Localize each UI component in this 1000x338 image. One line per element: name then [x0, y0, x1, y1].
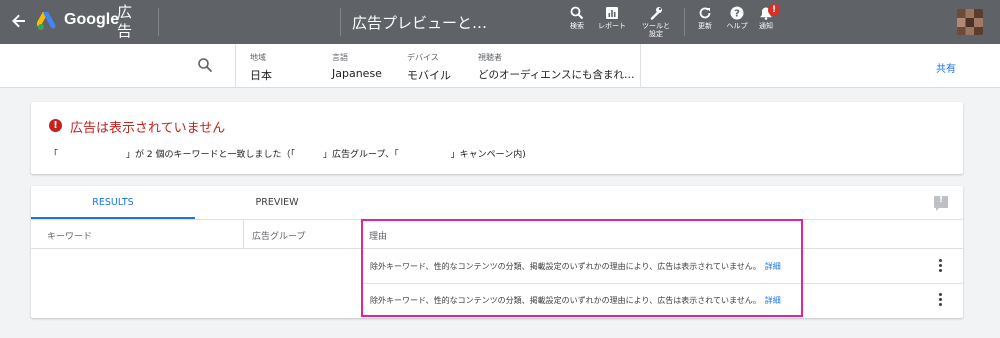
highlight-box — [361, 219, 803, 317]
topbar-divider — [340, 8, 341, 36]
reports-icon — [606, 7, 618, 19]
notification-badge: ! — [768, 4, 780, 16]
audience-filter[interactable]: 視聴者 どのオーディエンスにも含まれ… — [478, 52, 635, 82]
ad-status-card: ! 広告は表示されていません 「 」が 2 個のキーワードと一致しました（「 」広告… — [31, 102, 963, 174]
tab-preview[interactable]: PREVIEW — [195, 186, 359, 219]
search-icon[interactable] — [197, 57, 213, 77]
page-title: 広告プレビューと… — [352, 14, 488, 32]
refresh-icon — [699, 7, 711, 19]
device-label: デバイス — [407, 53, 439, 62]
language-value: Japanese — [332, 67, 382, 80]
location-value: 日本 — [250, 69, 272, 82]
tools-settings-label: ツールと設定 — [642, 22, 670, 38]
topbar-divider — [158, 8, 159, 36]
tab-results[interactable]: RESULTS — [31, 186, 195, 219]
desc-quote-open: 「 — [49, 150, 59, 160]
svg-text:?: ? — [734, 9, 740, 20]
column-header-keyword[interactable]: キーワード — [47, 229, 92, 242]
filter-divider — [640, 44, 641, 88]
brand-product: 広告 — [117, 3, 133, 40]
language-label: 言語 — [332, 53, 348, 62]
language-filter[interactable]: 言語 Japanese — [332, 52, 382, 80]
column-header-ad-group[interactable]: 広告グループ — [252, 229, 305, 242]
wrench-icon — [650, 7, 662, 20]
top-app-bar: Google 広告 広告プレビューと… 検索 レポート ツールと設定 更新 ? … — [0, 0, 1000, 44]
reports-tool-button[interactable]: レポート — [590, 6, 634, 30]
ad-status-description: 「 」が 2 個のキーワードと一致しました（「 」広告グループ、「 」キャンペーン内) — [49, 147, 526, 160]
google-ads-logo-icon — [36, 10, 59, 32]
desc-campaign: 」キャンペーン内) — [450, 150, 526, 160]
error-icon: ! — [49, 119, 62, 132]
notifications-button[interactable]: 通知 — [744, 6, 788, 30]
ad-status-title: 広告は表示されていません — [70, 121, 226, 136]
audience-label: 視聴者 — [478, 53, 502, 62]
column-divider — [243, 219, 244, 248]
reports-tool-label: レポート — [598, 22, 626, 30]
help-icon: ? — [730, 6, 744, 20]
back-arrow-icon[interactable] — [8, 10, 30, 32]
more-vert-icon[interactable] — [936, 259, 944, 273]
tools-settings-button[interactable]: ツールと設定 — [634, 6, 678, 38]
audience-value: どのオーディエンスにも含まれ… — [478, 69, 635, 81]
desc-keyword-match: 」が 2 個のキーワードと一致しました（「 — [126, 150, 295, 160]
feedback-icon[interactable]: ! — [934, 195, 948, 211]
more-vert-icon[interactable] — [936, 293, 944, 307]
filter-divider — [235, 44, 236, 88]
share-link[interactable]: 共有 — [936, 60, 956, 75]
preview-filter-bar: 地域 日本 言語 Japanese デバイス モバイル 視聴者 どのオーディエン… — [0, 44, 1000, 88]
avatar[interactable] — [957, 9, 983, 35]
brand-name: Google — [64, 11, 120, 28]
search-icon — [570, 6, 584, 20]
notifications-label: 通知 — [759, 22, 773, 30]
desc-ad-group: 」広告グループ、「 — [322, 150, 399, 160]
device-filter[interactable]: デバイス モバイル — [407, 52, 451, 83]
location-label: 地域 — [250, 53, 266, 62]
location-filter[interactable]: 地域 日本 — [250, 52, 272, 83]
device-value: モバイル — [407, 69, 451, 82]
